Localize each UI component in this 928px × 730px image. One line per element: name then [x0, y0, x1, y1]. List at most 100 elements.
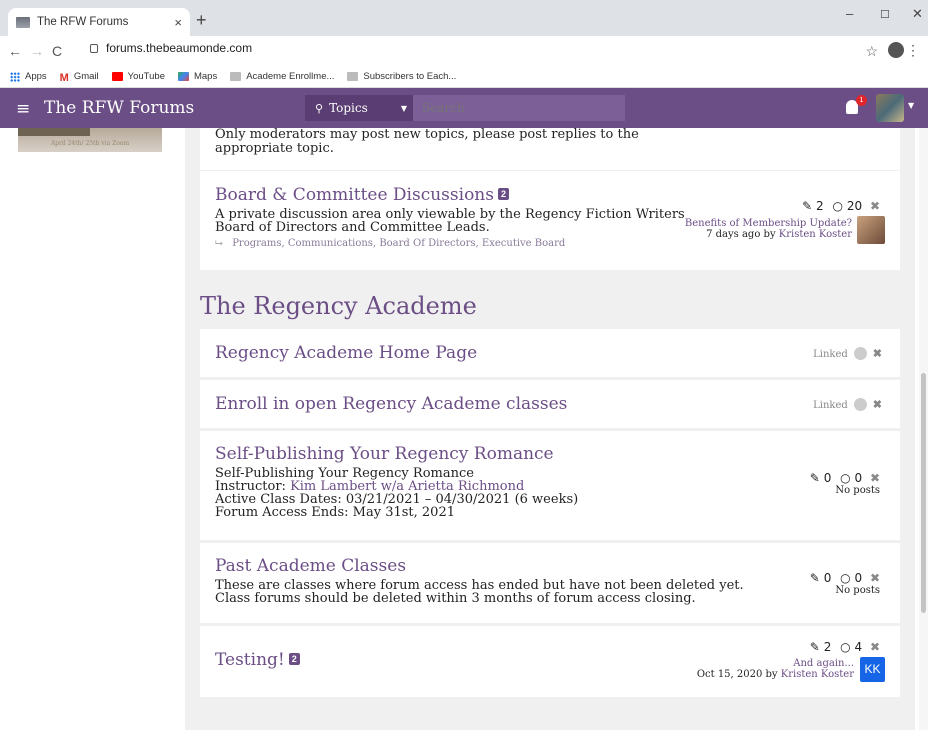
- forum-title[interactable]: Testing!: [215, 650, 285, 670]
- search-input[interactable]: [413, 95, 625, 121]
- window-close-button[interactable]: ✕: [912, 6, 923, 22]
- unread-badge: 2: [288, 653, 300, 665]
- last-post-time: 7 days ago by: [706, 229, 776, 240]
- linked-label: Linked: [813, 349, 848, 360]
- forum-header: ≡ The RFW Forums ⚲ Topics ▼ 1 ▼: [0, 88, 928, 128]
- bookmark-label: Academe Enrollme...: [246, 71, 335, 82]
- forum-description: These are classes where forum access has…: [215, 579, 885, 605]
- hamburger-menu-icon[interactable]: ≡: [16, 99, 30, 119]
- post-count: 0: [854, 471, 863, 485]
- maximize-button[interactable]: ☐: [880, 8, 890, 21]
- topic-count: 2: [816, 199, 824, 213]
- last-post-user[interactable]: Kristen Koster: [781, 669, 854, 680]
- access-line: Forum Access Ends: May 31st, 2021: [215, 505, 455, 520]
- url-field[interactable]: forums.thebeaumonde.com: [90, 41, 252, 55]
- browser-tab[interactable]: The RFW Forums ×: [8, 8, 190, 36]
- forum-description: A private discussion area only viewable …: [215, 207, 685, 235]
- favicon-icon: [16, 16, 30, 28]
- bookmark-academe[interactable]: Academe Enrollme...: [230, 71, 334, 82]
- bookmarks-bar: Apps M Gmail YouTube Maps Academe Enrollm…: [0, 66, 928, 88]
- linked-indicator: Linked ✖: [813, 398, 882, 411]
- category-notice: Only moderators may post new topics, ple…: [215, 127, 639, 156]
- linked-label: Linked: [813, 400, 848, 411]
- forum-title[interactable]: Past Academe Classes: [215, 556, 406, 576]
- address-bar-row: ← → C forums.thebeaumonde.com ☆ ⋮: [0, 36, 928, 66]
- page-icon: [230, 72, 242, 81]
- last-post: Benefits of Membership Update? 7 days ag…: [685, 218, 852, 240]
- mute-icon[interactable]: ✖: [870, 640, 880, 654]
- forum-title[interactable]: Regency Academe Home Page: [215, 343, 477, 363]
- pencil-icon: ✎: [809, 571, 820, 585]
- reload-icon[interactable]: C: [52, 43, 62, 59]
- post-count: 20: [846, 199, 863, 213]
- category-heading[interactable]: The Regency Academe: [200, 292, 477, 320]
- forum-title[interactable]: Enroll in open Regency Academe classes: [215, 394, 567, 414]
- bookmark-gmail[interactable]: M Gmail: [59, 71, 99, 84]
- new-tab-button[interactable]: +: [196, 10, 207, 31]
- bookmark-maps[interactable]: Maps: [177, 71, 217, 82]
- mute-icon[interactable]: ✖: [873, 398, 882, 411]
- menu-kebab-icon[interactable]: ⋮: [906, 42, 920, 59]
- forum-stats: ✎ 2 ○ 4 ✖: [810, 640, 880, 654]
- bookmark-label: Apps: [25, 71, 47, 82]
- subforum-link[interactable]: Communications,: [288, 238, 376, 249]
- pencil-icon: ✎: [809, 471, 820, 485]
- back-arrow-icon[interactable]: ←: [8, 43, 22, 59]
- user-avatar[interactable]: [857, 216, 885, 244]
- search-scope-select[interactable]: ⚲ Topics ▼: [305, 95, 413, 121]
- forum-stats: ✎ 2 ○ 20 ✖: [802, 199, 880, 213]
- tab-title: The RFW Forums: [37, 16, 129, 28]
- last-post-title[interactable]: And again...: [697, 658, 854, 669]
- subforum-link[interactable]: Executive Board: [482, 238, 565, 249]
- comment-icon: ○: [840, 640, 851, 654]
- scrollbar[interactable]: [919, 128, 928, 730]
- maps-icon: [177, 72, 189, 81]
- bookmark-youtube[interactable]: YouTube: [111, 71, 165, 82]
- site-brand[interactable]: The RFW Forums: [44, 98, 194, 118]
- last-post: And again... Oct 15, 2020 by Kristen Kos…: [697, 658, 854, 680]
- tab-strip: The RFW Forums × + – ☐ ✕: [0, 0, 928, 36]
- search-scope-label: Topics: [329, 101, 368, 115]
- comment-icon: ○: [840, 471, 851, 485]
- user-avatar[interactable]: [876, 94, 904, 122]
- last-post-title[interactable]: Benefits of Membership Update?: [685, 218, 852, 229]
- forward-arrow-icon[interactable]: →: [30, 43, 44, 59]
- last-post-time: Oct 15, 2020 by: [696, 669, 778, 680]
- last-post-user[interactable]: Kristen Koster: [779, 229, 852, 240]
- forum-row-testing: Testing! 2 ✎ 2 ○ 4 ✖ And again... Oct 15,…: [200, 626, 900, 697]
- comment-icon: ○: [832, 199, 843, 213]
- category-card-partial: Only moderators may post new topics, ple…: [200, 128, 900, 170]
- caret-down-icon[interactable]: ▼: [908, 101, 914, 110]
- forum-row-board: Board & Committee Discussions 2 A private…: [200, 171, 900, 270]
- sidebar-banner[interactable]: April 24th/ 25th via Zoom: [18, 128, 162, 152]
- forum-row-enroll: Enroll in open Regency Academe classes L…: [200, 380, 900, 428]
- linked-indicator: Linked ✖: [813, 347, 882, 360]
- gmail-icon: M: [59, 72, 69, 84]
- bookmark-star-icon[interactable]: ☆: [865, 43, 878, 60]
- mute-icon[interactable]: ✖: [873, 347, 882, 360]
- topic-count: 2: [823, 640, 832, 654]
- mute-icon[interactable]: ✖: [870, 471, 880, 485]
- profile-icon[interactable]: [888, 42, 904, 58]
- mute-icon[interactable]: ✖: [870, 199, 880, 213]
- comment-icon: ○: [840, 571, 851, 585]
- desc-line: Class forums should be deleted within 3 …: [215, 591, 696, 606]
- forum-row-past: Past Academe Classes These are classes w…: [200, 543, 900, 623]
- bookmark-label: Gmail: [73, 71, 99, 82]
- pencil-icon: ✎: [809, 640, 820, 654]
- link-icon: [853, 347, 867, 360]
- subforum-link[interactable]: Programs,: [232, 238, 284, 249]
- user-avatar-initials[interactable]: KK: [860, 657, 885, 682]
- subforum-link[interactable]: Board Of Directors,: [379, 238, 478, 249]
- forum-title[interactable]: Board & Committee Discussions: [215, 185, 494, 205]
- bookmark-subscribers[interactable]: Subscribers to Each...: [347, 71, 456, 82]
- scrollbar-thumb[interactable]: [921, 373, 926, 613]
- mute-icon[interactable]: ✖: [870, 571, 880, 585]
- page-icon: [347, 72, 359, 81]
- bookmark-apps[interactable]: Apps: [10, 71, 47, 82]
- forum-title[interactable]: Self-Publishing Your Regency Romance: [215, 444, 554, 464]
- post-count: 4: [854, 640, 863, 654]
- tab-close-icon[interactable]: ×: [174, 15, 182, 30]
- minimize-button[interactable]: –: [846, 6, 853, 21]
- banner-text: April 24th/ 25th via Zoom: [50, 140, 130, 147]
